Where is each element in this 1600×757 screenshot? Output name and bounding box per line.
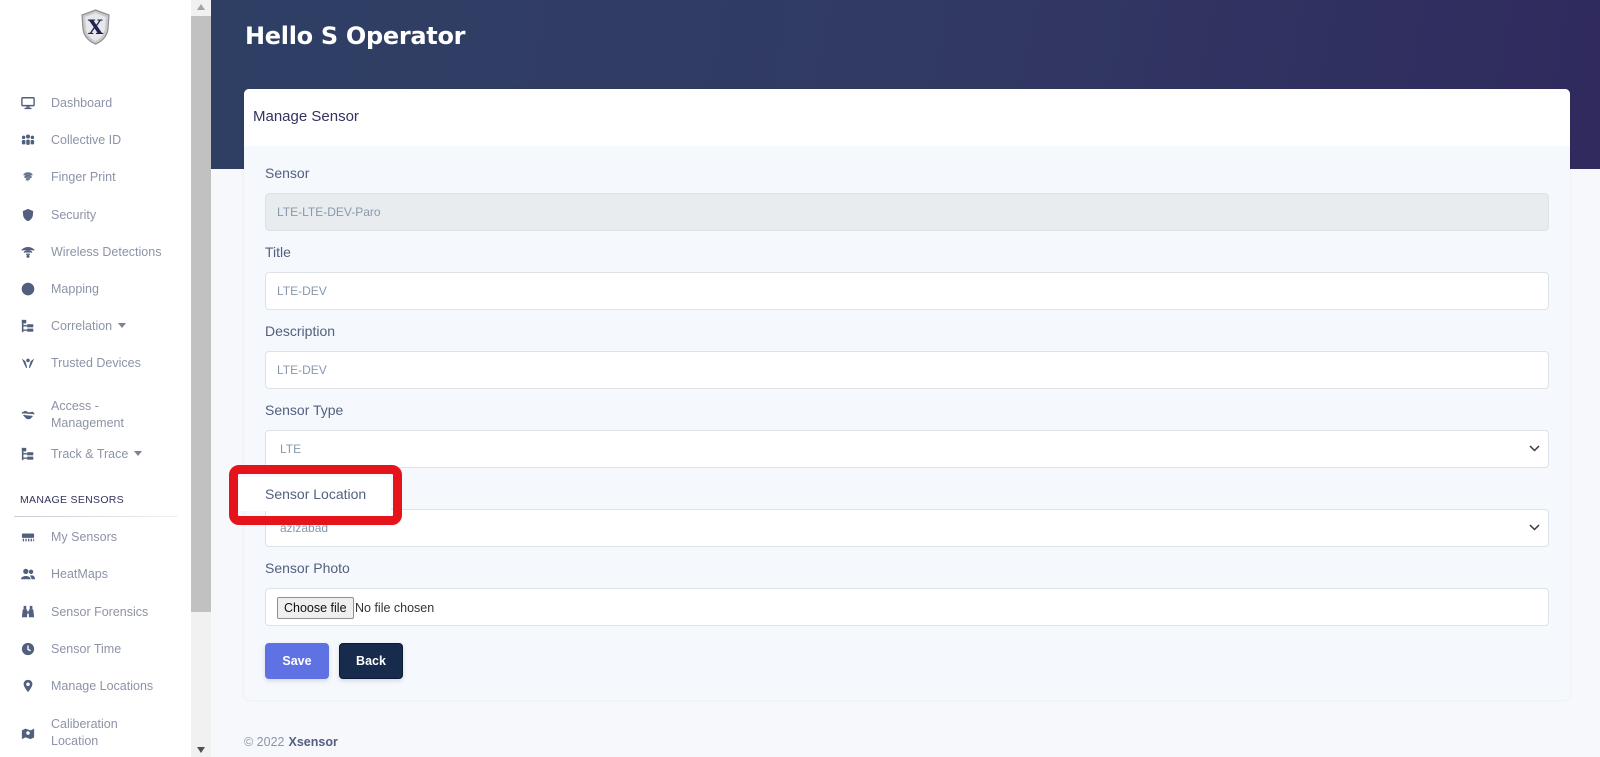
chevron-down-icon — [1529, 445, 1540, 454]
xsensor-logo[interactable]: X — [80, 9, 111, 45]
copyright-text: © 2022 — [244, 735, 285, 749]
title-label: Title — [265, 244, 291, 260]
scroll-up-arrow-icon[interactable] — [197, 4, 205, 10]
sidebar-item-label-line2: Management — [51, 416, 124, 430]
wifi-icon — [20, 244, 36, 260]
sidebar-item-correlation[interactable]: Correlation — [0, 311, 191, 341]
sidebar-item-label-line1: Caliberation — [51, 717, 118, 731]
sensor-field: LTE-LTE-DEV-Paro — [265, 193, 1549, 231]
back-button[interactable]: Back — [339, 643, 403, 679]
globe-icon — [20, 281, 36, 297]
sidebar-item-sensor-forensics[interactable]: Sensor Forensics — [0, 597, 191, 627]
card-title: Manage Sensor — [253, 108, 359, 125]
manage-sensor-card: Manage Sensor Sensor LTE-LTE-DEV-Paro Ti… — [244, 89, 1570, 700]
shield-icon — [20, 207, 36, 223]
users-icon — [20, 566, 36, 582]
section-divider — [14, 516, 178, 517]
hands-icon — [20, 355, 36, 371]
map-marked-icon — [20, 725, 36, 741]
clock-icon — [20, 641, 36, 657]
save-button[interactable]: Save — [265, 643, 329, 679]
sidebar-item-label: Finger Print — [51, 169, 116, 184]
binoculars-icon — [20, 604, 36, 620]
file-status-text: No file chosen — [355, 601, 435, 615]
choose-file-button[interactable]: Choose file — [277, 597, 354, 619]
sidebar-item-label: Dashboard — [51, 95, 113, 110]
sidebar-item-label: Collective ID — [51, 132, 122, 147]
sidebar-item-finger-print[interactable]: Finger Print — [0, 162, 191, 192]
title-value: LTE-DEV — [277, 284, 327, 298]
sidebar-item-collective-id[interactable]: Collective ID — [0, 125, 191, 155]
sidebar-scrollbar[interactable] — [191, 0, 211, 757]
sidebar-item-heatmaps[interactable]: HeatMaps — [0, 559, 191, 589]
sitemap-icon — [20, 318, 36, 334]
sensor-type-value: LTE — [280, 442, 302, 456]
sidebar-item-mapping[interactable]: Mapping — [0, 274, 191, 304]
scroll-down-arrow-icon[interactable] — [197, 747, 205, 753]
monitor-icon — [20, 95, 36, 111]
svg-text:X: X — [88, 15, 104, 39]
caret-down-icon — [134, 450, 143, 456]
sensor-type-select[interactable]: LTE — [265, 430, 1549, 468]
card-header: Manage Sensor — [244, 89, 1570, 146]
sensor-icon — [20, 529, 36, 545]
sitemap-icon — [20, 446, 36, 462]
sensor-value: LTE-LTE-DEV-Paro — [277, 205, 381, 219]
sidebar-item-label: Track & Trace — [51, 446, 143, 463]
users-group-icon — [20, 132, 36, 148]
sidebar-item-manage-locations[interactable]: Manage Locations — [0, 671, 191, 701]
sidebar-item-label: Correlation — [51, 318, 127, 335]
sidebar: X Dashboard Collective ID Finger Print S… — [0, 0, 191, 757]
sidebar-item-trusted-devices[interactable]: Trusted Devices — [0, 348, 191, 378]
sidebar-item-label: My Sensors — [51, 529, 117, 544]
sidebar-item-label-line1: Access - — [51, 399, 99, 413]
fingerprint-icon — [20, 169, 36, 185]
sensor-photo-label: Sensor Photo — [265, 560, 350, 576]
highlighted-sensor-location-label: Sensor Location — [265, 486, 367, 502]
sidebar-item-label: Trusted Devices — [51, 355, 141, 370]
sidebar-item-label: Sensor Time — [51, 641, 122, 656]
sensor-type-label: Sensor Type — [265, 402, 344, 418]
sidebar-item-label: Security — [51, 207, 97, 222]
sidebar-item-label: Manage Locations — [51, 678, 154, 693]
sidebar-item-label: Sensor Forensics — [51, 604, 149, 619]
sidebar-item-label: Mapping — [51, 281, 99, 296]
sensor-location-select[interactable]: azizabad — [265, 509, 1549, 547]
sensor-label: Sensor — [265, 165, 310, 181]
sidebar-item-label: HeatMaps — [51, 566, 108, 581]
sidebar-item-label: Wireless Detections — [51, 244, 162, 259]
sidebar-item-wireless-detections[interactable]: Wireless Detections — [0, 237, 191, 267]
chevron-down-icon — [1529, 524, 1540, 533]
sidebar-item-track-trace[interactable]: Track & Trace — [0, 439, 191, 469]
sidebar-item-my-sensors[interactable]: My Sensors — [0, 522, 191, 552]
description-value: LTE-DEV — [277, 363, 327, 377]
description-input[interactable]: LTE-DEV — [265, 351, 1549, 389]
sidebar-item-caliberation-location[interactable]: Caliberation Location — [0, 713, 191, 753]
greeting-title: Hello S Operator — [245, 22, 466, 50]
map-pin-icon — [20, 678, 36, 694]
scrollbar-thumb[interactable] — [191, 16, 211, 612]
section-heading-manage-sensors: MANAGE SENSORS — [20, 494, 124, 506]
sidebar-item-label-line2: Location — [51, 734, 99, 748]
sensor-photo-file-input[interactable]: Choose file No file chosen — [265, 588, 1549, 626]
footer-brand-link[interactable]: Xsensor — [289, 735, 338, 749]
footer: © 2022 Xsensor — [244, 735, 338, 749]
handshake-icon — [20, 407, 36, 423]
description-label: Description — [265, 323, 336, 339]
title-input[interactable]: LTE-DEV — [265, 272, 1549, 310]
caret-down-icon — [118, 322, 127, 328]
sidebar-item-security[interactable]: Security — [0, 200, 191, 230]
sidebar-item-sensor-time[interactable]: Sensor Time — [0, 634, 191, 664]
sidebar-item-dashboard[interactable]: Dashboard — [0, 88, 191, 118]
sidebar-item-access-management[interactable]: Access - Management — [0, 395, 191, 435]
